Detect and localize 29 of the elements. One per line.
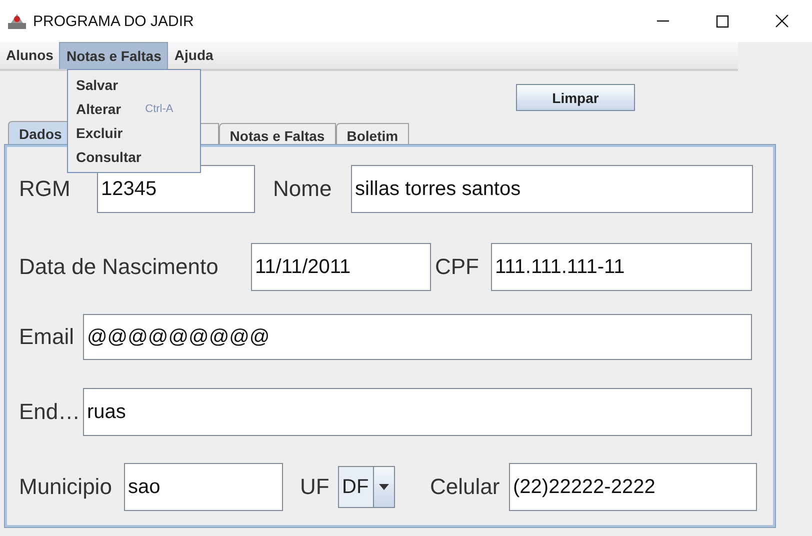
window-title: PROGRAMA DO JADIR bbox=[33, 12, 194, 30]
field-label: Municipio bbox=[18, 474, 113, 500]
menu-item[interactable]: Ajuda bbox=[168, 42, 220, 69]
close-icon[interactable] bbox=[775, 14, 789, 28]
field-label: Celular bbox=[429, 474, 501, 500]
caret-icon bbox=[379, 484, 389, 490]
input-field[interactable]: @@@@@@@@@ bbox=[83, 314, 752, 360]
input-field[interactable]: ruas bbox=[83, 388, 752, 436]
menu-option[interactable]: Alterar Ctrl-A bbox=[68, 97, 200, 121]
field-label: Email bbox=[18, 324, 76, 350]
menu-option[interactable]: Salvar bbox=[68, 73, 200, 97]
field-label: CPF bbox=[434, 254, 480, 280]
menu-item[interactable]: Notas e Faltas bbox=[59, 42, 168, 69]
tab[interactable]: Boletim bbox=[336, 123, 410, 145]
clear-button[interactable]: Limpar bbox=[516, 84, 635, 111]
field-label: UF bbox=[299, 474, 330, 500]
input-field[interactable]: sillas torres santos bbox=[351, 165, 753, 213]
field-label: Data de Nascimento bbox=[18, 254, 220, 280]
field-label: Nome bbox=[272, 176, 333, 202]
field-label: End… bbox=[18, 399, 82, 425]
input-field[interactable]: sao bbox=[124, 463, 283, 511]
input-field[interactable]: (22)22222-2222 bbox=[509, 463, 757, 511]
maximize-icon[interactable] bbox=[716, 14, 729, 28]
field-label: RGM bbox=[18, 176, 72, 202]
input-field[interactable]: 111.111.111-11 bbox=[491, 243, 752, 291]
dropdown-field[interactable]: DF bbox=[338, 466, 395, 508]
menu-item[interactable]: Alunos bbox=[0, 42, 60, 69]
input-field[interactable]: 11/11/2011 bbox=[251, 243, 431, 291]
tab[interactable]: Notas e Faltas bbox=[218, 123, 336, 145]
